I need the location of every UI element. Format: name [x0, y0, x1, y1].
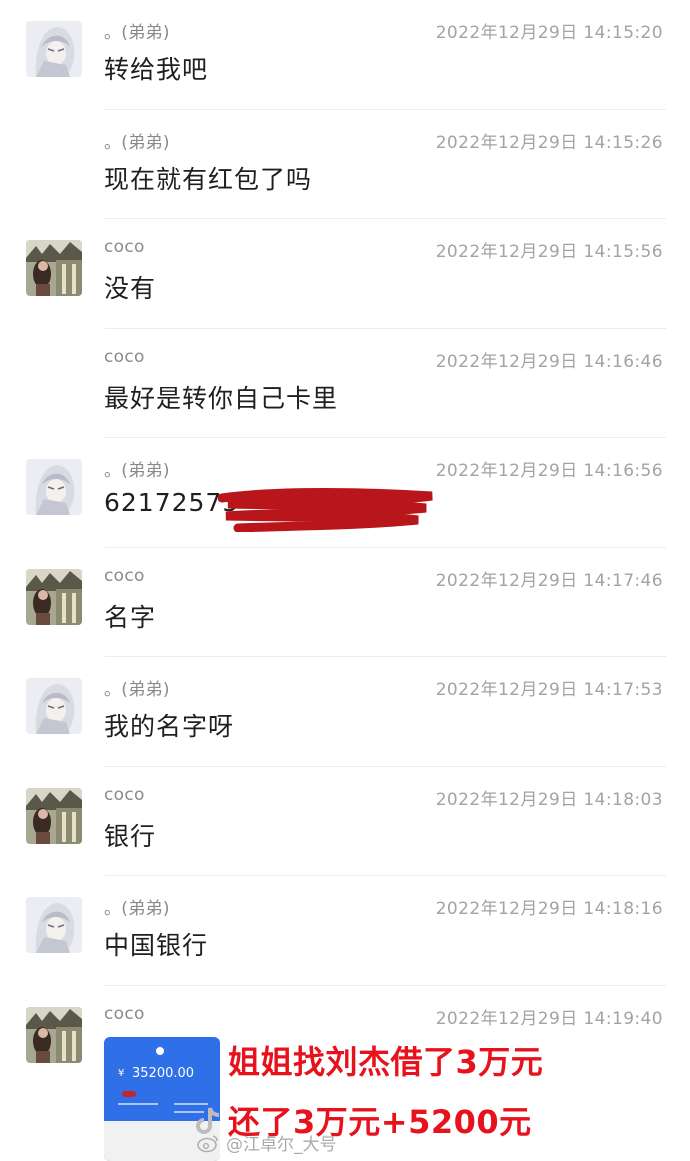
message-text: 没有 — [104, 274, 157, 303]
anime-avatar[interactable] — [26, 678, 82, 734]
message-text: 现在就有红包了吗 — [104, 164, 313, 194]
chat-message-row[interactable]: 。(弟弟) 2022年12月29日 14:15:26 现在就有红包了吗 — [0, 110, 690, 219]
chat-history: 。(弟弟) 2022年12月29日 14:15:20 转给我吧 。(弟弟) 2022年1… — [0, 0, 690, 1095]
message-timestamp: 2022年12月29日 14:17:46 — [435, 570, 663, 591]
photo-avatar[interactable] — [26, 787, 82, 844]
currency-symbol: ¥ — [118, 1068, 125, 1079]
chat-message-row[interactable]: coco 2022年12月29日 14:15:56 没有 — [0, 219, 690, 329]
message-text: 中国银行 — [104, 931, 209, 960]
chat-message-row[interactable]: coco 2022年12月29日 14:16:46 最好是转你自己卡里 — [0, 329, 690, 438]
anime-avatar[interactable] — [26, 459, 82, 515]
sender-name: 。(弟弟) — [104, 132, 170, 153]
watermark-text: @江卓尔_大号 — [226, 1135, 337, 1155]
sender-name: 。(弟弟) — [104, 23, 170, 43]
anime-avatar[interactable] — [26, 897, 82, 953]
message-timestamp: 2022年12月29日 14:19:40 — [435, 1008, 663, 1029]
sender-name: coco — [104, 346, 145, 367]
message-timestamp: 2022年12月29日 14:15:56 — [435, 242, 663, 262]
message-timestamp: 2022年12月29日 14:17:53 — [435, 680, 663, 700]
message-text: 转给我吧 — [104, 55, 209, 84]
message-text: 最好是转你自己卡里 — [104, 383, 339, 413]
message-text: 我的名字呀 — [104, 712, 235, 741]
payment-amount: 35200.00 — [132, 1066, 195, 1081]
sender-name: 。(弟弟) — [104, 899, 170, 919]
message-text: 银行 — [104, 821, 157, 851]
detail-line — [174, 1103, 208, 1105]
chat-message-row[interactable]: 。(弟弟) 2022年12月29日 14:15:20 转给我吧 — [0, 0, 690, 110]
photo-avatar[interactable] — [26, 240, 82, 296]
watermark: @江卓尔_大号 — [196, 1130, 337, 1155]
redaction-mark — [122, 1091, 136, 1097]
photo-avatar[interactable] — [26, 568, 82, 625]
sender-name: 。(弟弟) — [104, 680, 170, 700]
message-timestamp: 2022年12月29日 14:15:20 — [435, 23, 663, 43]
redaction-scribble — [218, 488, 433, 532]
chat-message-row[interactable]: 。(弟弟) 2022年12月29日 14:18:16 中国银行 — [0, 876, 690, 986]
chat-message-row[interactable]: coco 2022年12月29日 14:18:03 银行 — [0, 767, 690, 876]
sender-name: coco — [104, 237, 145, 257]
message-timestamp: 2022年12月29日 14:18:03 — [435, 789, 663, 810]
message-timestamp: 2022年12月29日 14:16:56 — [435, 461, 663, 481]
bank-logo-icon — [156, 1047, 164, 1055]
weibo-icon — [197, 1134, 218, 1152]
sender-name: coco — [104, 565, 145, 586]
chat-message-row[interactable]: coco 2022年12月29日 14:17:46 名字 — [0, 548, 690, 657]
message-timestamp: 2022年12月29日 14:16:46 — [435, 351, 663, 372]
sender-name: coco — [104, 1003, 145, 1024]
anime-avatar[interactable] — [26, 21, 82, 77]
sender-name: 。(弟弟) — [104, 461, 170, 481]
message-timestamp: 2022年12月29日 14:15:26 — [435, 132, 663, 153]
detail-line — [118, 1103, 158, 1105]
overlay-caption-line1: 姐姐找刘杰借了3万元 — [228, 1043, 544, 1081]
sender-name: coco — [104, 784, 145, 805]
message-timestamp: 2022年12月29日 14:18:16 — [435, 899, 663, 919]
chat-message-row[interactable]: 。(弟弟) 2022年12月29日 14:17:53 我的名字呀 — [0, 657, 690, 767]
message-text: 名字 — [104, 602, 157, 632]
photo-avatar[interactable] — [26, 1006, 82, 1063]
